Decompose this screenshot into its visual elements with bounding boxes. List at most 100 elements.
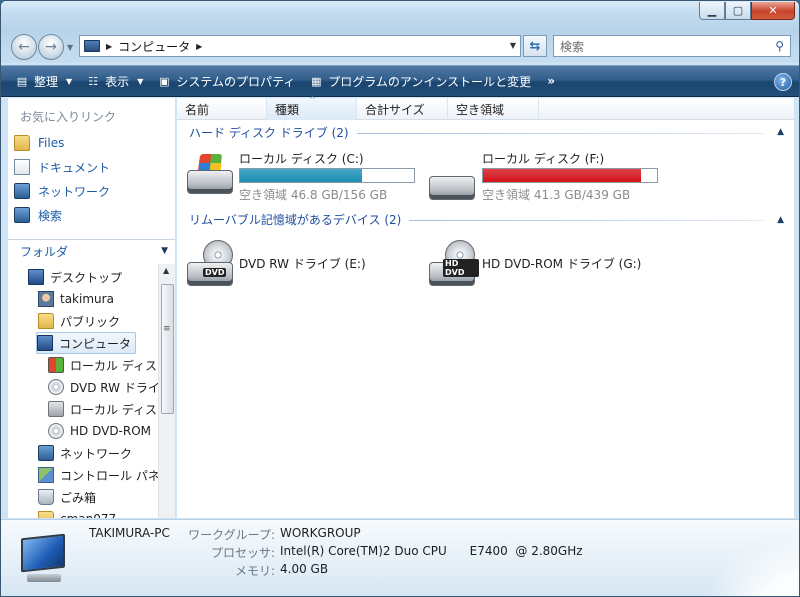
tree-item-local-disk-f[interactable]: ローカル ディス xyxy=(48,398,157,420)
tree-item-takimura[interactable]: takimura xyxy=(38,288,114,310)
favorite-link-label: Files xyxy=(38,136,65,150)
drive-name-e[interactable]: DVD RW ドライブ (E:) xyxy=(239,255,366,272)
hddvd-drive-icon[interactable]: HD DVD xyxy=(429,240,479,286)
drive-usage-fill-f xyxy=(483,169,642,182)
address-bar[interactable]: ▶ コンピュータ ▶ ▼ xyxy=(79,35,521,57)
folder-icon xyxy=(14,135,30,151)
tree-item-label: HD DVD-ROM xyxy=(70,424,152,438)
desktop-icon xyxy=(28,269,44,285)
breadcrumb-separator-icon[interactable]: ▶ xyxy=(106,42,112,51)
workgroup-value: WORKGROUP xyxy=(280,526,361,540)
windows-drive-icon xyxy=(48,357,64,373)
drive-usage-bar-f xyxy=(482,168,658,183)
chevron-down-icon[interactable]: ▼ xyxy=(161,246,168,256)
system-properties-icon: ▣ xyxy=(159,74,170,88)
group-title: リムーバブル記憶域があるデバイス (2) xyxy=(189,212,402,227)
minimize-button[interactable]: ▁ xyxy=(699,2,725,20)
favorite-link-search[interactable]: 検索 xyxy=(14,205,62,225)
workgroup-label: ワークグループ: xyxy=(188,528,275,542)
drive-usage-bar-c xyxy=(239,168,415,183)
favorite-link-label: ネットワーク xyxy=(38,184,111,199)
group-header-hard-disks[interactable]: ハード ディスク ドライブ (2) xyxy=(189,122,349,142)
views-menu[interactable]: ☷ 表示 ▼ xyxy=(86,73,143,90)
close-button[interactable]: ✕ xyxy=(751,2,795,20)
drive-name-c[interactable]: ローカル ディスク (C:) xyxy=(239,150,364,167)
dvd-drive-icon[interactable]: DVD xyxy=(187,240,237,286)
tree-item-label: DVD RW ドライ xyxy=(70,380,158,395)
collapse-group-icon[interactable]: ▲ xyxy=(777,127,784,137)
network-icon xyxy=(38,445,54,461)
tree-item-dvd-rw[interactable]: DVD RW ドライ xyxy=(48,376,158,398)
tree-item-label: コントロール パネ xyxy=(60,468,158,483)
uninstall-label: プログラムのアンインストールと変更 xyxy=(328,74,532,89)
tree-item-recycle-bin[interactable]: ごみ箱 xyxy=(38,486,96,508)
column-header-total-size[interactable]: 合計サイズ xyxy=(357,98,448,120)
chevron-down-icon: ▼ xyxy=(66,76,73,86)
group-divider xyxy=(357,133,763,134)
folders-title: フォルダ xyxy=(20,245,69,259)
memory-label: メモリ: xyxy=(234,564,275,578)
more-commands-label: » xyxy=(547,74,555,88)
tree-item-public[interactable]: パブリック xyxy=(38,310,120,332)
tree-item-hd-dvd-rom[interactable]: HD DVD-ROM xyxy=(48,420,151,442)
refresh-button[interactable]: ⇆ xyxy=(523,35,547,57)
column-headers: 名前 種類 合計サイズ 空き領域 ^ xyxy=(177,95,794,120)
scroll-up-icon[interactable]: ▲ xyxy=(163,266,169,275)
search-placeholder: 検索 xyxy=(560,39,585,54)
folder-icon xyxy=(38,511,54,518)
tree-item-label: ネットワーク xyxy=(60,446,133,461)
column-header-name[interactable]: 名前 xyxy=(177,98,267,120)
folder-tree-scrollbar[interactable]: ▲ ≡ xyxy=(158,264,175,518)
tree-item-network[interactable]: ネットワーク xyxy=(38,442,132,464)
programs-icon: ▦ xyxy=(311,74,322,88)
favorite-link-network[interactable]: ネットワーク xyxy=(14,181,110,201)
explorer-window: ▁ ▢ ✕ ← → ▼ ▶ コンピュータ ▶ ▼ ⇆ 検索 ⚲ ▤ 整理 ▼ ☷… xyxy=(0,0,800,597)
drive-name-g[interactable]: HD DVD-ROM ドライブ (G:) xyxy=(482,255,641,272)
organize-menu[interactable]: ▤ 整理 ▼ xyxy=(15,73,72,90)
tree-item-label: ローカル ディス xyxy=(70,402,157,417)
folders-header[interactable]: フォルダ ▼ xyxy=(8,239,175,263)
more-commands-button[interactable]: » xyxy=(547,74,555,88)
dvd-badge: DVD xyxy=(203,268,227,277)
address-dropdown-icon[interactable]: ▼ xyxy=(510,41,516,50)
breadcrumb-computer[interactable]: コンピュータ xyxy=(118,38,190,55)
breadcrumb-separator-icon[interactable]: ▶ xyxy=(196,42,202,51)
favorite-link-files[interactable]: Files xyxy=(14,133,64,153)
views-label: 表示 xyxy=(105,74,130,89)
refresh-icon: ⇆ xyxy=(529,38,541,54)
search-icon[interactable]: ⚲ xyxy=(775,39,784,53)
command-bar: ▤ 整理 ▼ ☷ 表示 ▼ ▣ システムのプロパティ ▦ プログラムのアンインス… xyxy=(1,65,799,97)
recent-pages-dropdown[interactable]: ▼ xyxy=(67,43,73,52)
favorite-links-heading: お気に入りリンク xyxy=(20,110,117,124)
back-button[interactable]: ← xyxy=(11,34,37,60)
user-folder-icon xyxy=(38,291,54,307)
tree-item-label: コンピュータ xyxy=(59,336,132,351)
organize-icon: ▤ xyxy=(16,74,28,88)
system-properties-button[interactable]: ▣ システムのプロパティ xyxy=(157,73,295,90)
tree-item-desktop[interactable]: デスクトップ xyxy=(28,266,122,288)
tree-item-cman077[interactable]: cman077 xyxy=(38,508,116,518)
favorite-link-label: ドキュメント xyxy=(38,160,111,175)
scrollbar-thumb[interactable] xyxy=(161,284,174,414)
help-icon[interactable]: ? xyxy=(774,73,792,91)
processor-label: プロセッサ: xyxy=(210,546,275,560)
collapse-group-icon[interactable]: ▲ xyxy=(777,215,784,225)
group-header-removable[interactable]: リムーバブル記憶域があるデバイス (2) xyxy=(189,209,401,229)
uninstall-programs-button[interactable]: ▦ プログラムのアンインストールと変更 xyxy=(309,73,531,90)
tree-item-label: cman077 xyxy=(60,512,116,518)
drive-name-f[interactable]: ローカル ディスク (F:) xyxy=(482,150,604,167)
tree-item-control-panel[interactable]: コントロール パネ xyxy=(38,464,158,486)
windows-drive-icon[interactable] xyxy=(187,154,237,194)
drive-usage-fill-c xyxy=(240,169,362,182)
favorite-link-documents[interactable]: ドキュメント xyxy=(14,157,110,177)
maximize-button[interactable]: ▢ xyxy=(725,2,751,20)
tree-item-computer[interactable]: コンピュータ xyxy=(36,332,137,354)
address-row: ← → ▼ ▶ コンピュータ ▶ ▼ ⇆ 検索 ⚲ xyxy=(1,31,799,63)
forward-button[interactable]: → xyxy=(38,34,64,60)
caption-buttons: ▁ ▢ ✕ xyxy=(699,2,795,20)
hard-drive-icon[interactable] xyxy=(429,160,479,200)
control-panel-icon xyxy=(38,467,54,483)
tree-item-local-disk-c[interactable]: ローカル ディスク xyxy=(48,354,158,376)
column-header-free-space[interactable]: 空き領域 xyxy=(448,98,539,120)
search-input[interactable]: 検索 ⚲ xyxy=(553,35,791,57)
